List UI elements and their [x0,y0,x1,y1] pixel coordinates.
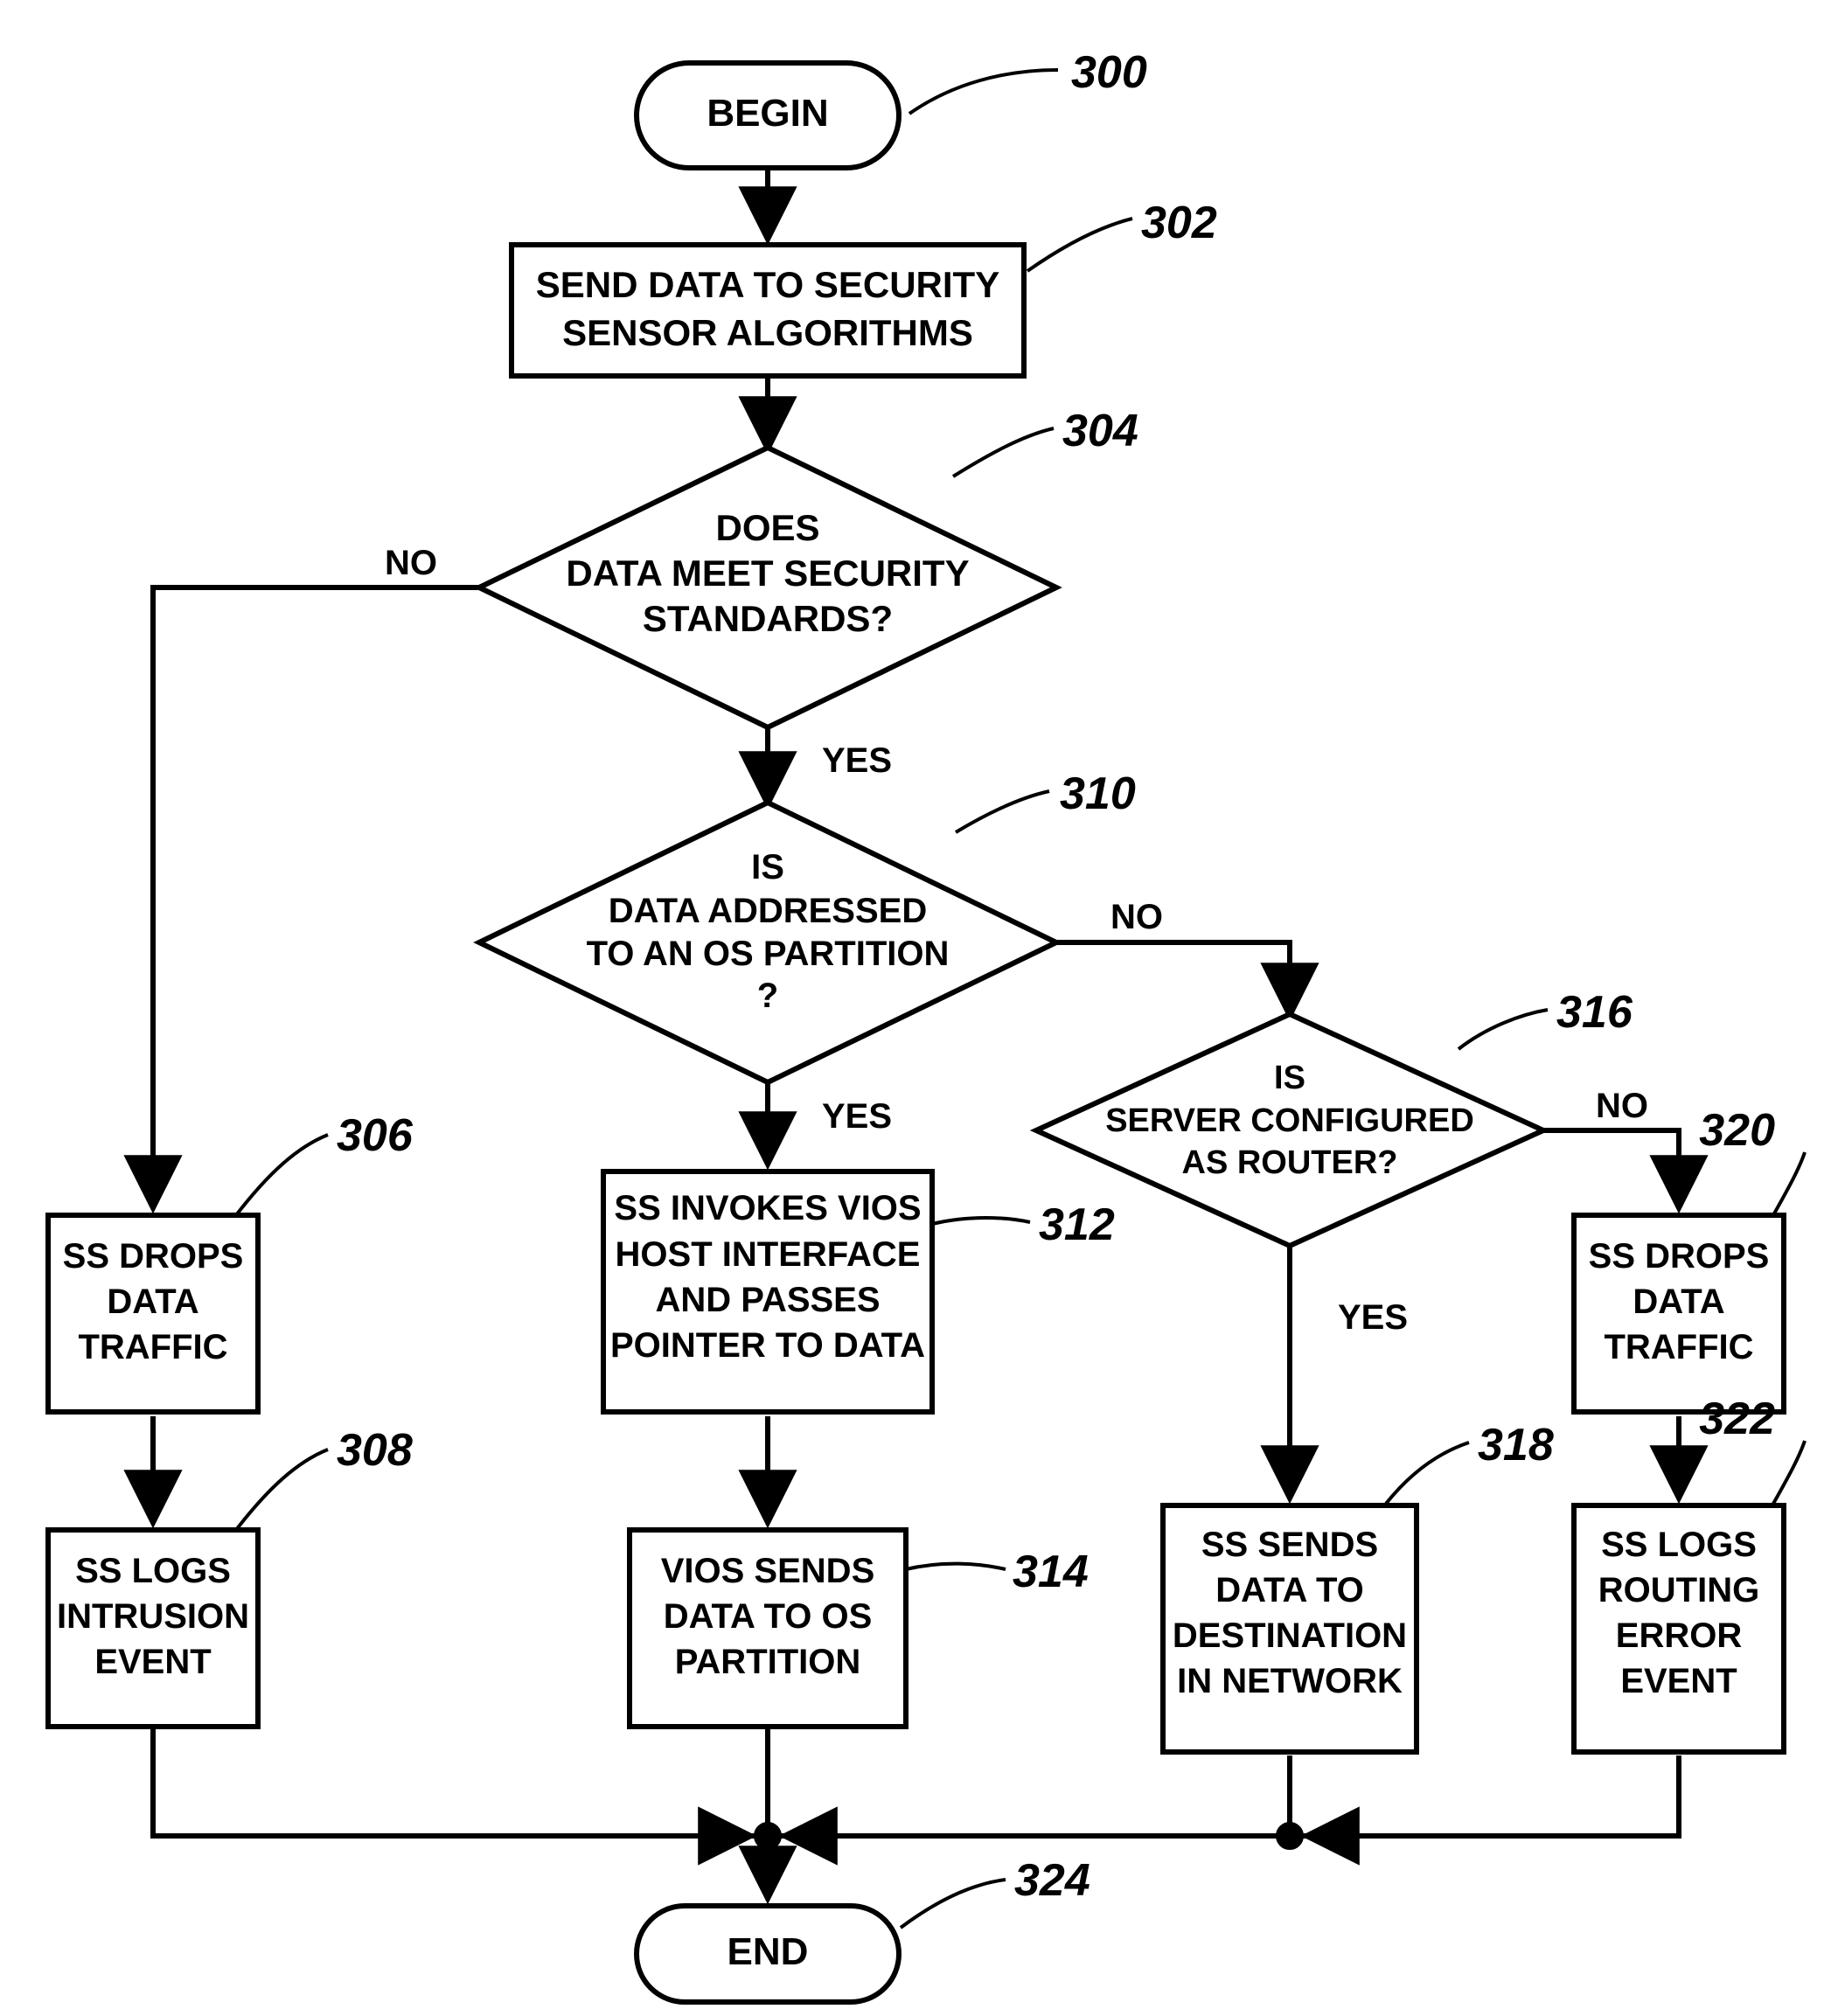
node-begin: BEGIN [637,63,899,168]
svg-text:TRAFFIC: TRAFFIC [1604,1328,1753,1366]
svg-text:AS ROUTER?: AS ROUTER? [1182,1144,1398,1181]
svg-text:DATA: DATA [107,1283,198,1321]
svg-text:VIOS SENDS: VIOS SENDS [661,1552,875,1590]
svg-text:STANDARDS?: STANDARDS? [643,598,893,639]
svg-text:END: END [728,1930,809,1973]
svg-text:DATA TO OS: DATA TO OS [664,1597,873,1636]
svg-text:PARTITION: PARTITION [675,1643,861,1681]
svg-text:SS DROPS: SS DROPS [63,1237,244,1276]
tag-318: 318 [1478,1420,1554,1470]
svg-text:SERVER CONFIGURED: SERVER CONFIGURED [1105,1102,1474,1139]
tag-320: 320 [1699,1105,1775,1156]
edge-310-yes: YES [822,1097,892,1136]
tag-312: 312 [1039,1199,1115,1250]
svg-text:DATA TO: DATA TO [1215,1571,1364,1609]
svg-text:HOST INTERFACE: HOST INTERFACE [616,1235,921,1274]
svg-text:DATA ADDRESSED: DATA ADDRESSED [609,892,927,930]
svg-text:DATA: DATA [1633,1283,1724,1321]
tag-322: 322 [1699,1394,1775,1444]
node-302: SEND DATA TO SECURITY SENSOR ALGORITHMS [512,245,1024,376]
svg-text:ERROR: ERROR [1616,1616,1743,1655]
svg-text:DATA MEET SECURITY: DATA MEET SECURITY [566,553,969,594]
svg-text:SS LOGS: SS LOGS [1601,1526,1757,1564]
flowchart-diagram: BEGIN SEND DATA TO SECURITY SENSOR ALGOR… [0,0,1824,2016]
node-320: SS DROPS DATA TRAFFIC [1574,1215,1784,1412]
node-318: SS SENDS DATA TO DESTINATION IN NETWORK [1163,1505,1417,1752]
connectors [153,168,1679,1897]
edge-310-no: NO [1110,898,1163,936]
svg-text:AND PASSES: AND PASSES [655,1281,880,1319]
svg-text:IS: IS [751,848,784,886]
svg-text:ROUTING: ROUTING [1598,1571,1759,1609]
svg-text:IS: IS [1274,1060,1305,1096]
tag-308: 308 [337,1425,413,1476]
svg-text:SENSOR ALGORITHMS: SENSOR ALGORITHMS [562,312,973,353]
svg-text:?: ? [757,977,778,1015]
tag-300: 300 [1071,47,1147,98]
edge-316-yes: YES [1338,1298,1408,1337]
tag-304: 304 [1062,406,1138,456]
svg-text:POINTER TO DATA: POINTER TO DATA [610,1326,925,1365]
svg-text:SS INVOKES VIOS: SS INVOKES VIOS [614,1189,921,1227]
begin-label: BEGIN [707,92,828,135]
tag-310: 310 [1060,768,1136,819]
svg-text:IN NETWORK: IN NETWORK [1177,1662,1403,1700]
svg-text:EVENT: EVENT [1620,1662,1737,1700]
edge-304-no: NO [385,544,437,582]
svg-text:SS LOGS: SS LOGS [75,1552,231,1590]
node-310: IS DATA ADDRESSED TO AN OS PARTITION ? [479,803,1056,1082]
svg-text:DOES: DOES [715,507,819,548]
edge-304-yes: YES [822,741,892,780]
svg-text:EVENT: EVENT [94,1643,211,1681]
tag-302: 302 [1141,198,1217,248]
edge-316-no: NO [1596,1087,1648,1125]
svg-text:SS DROPS: SS DROPS [1589,1237,1770,1276]
svg-text:DESTINATION: DESTINATION [1173,1616,1407,1655]
node-308: SS LOGS INTRUSION EVENT [48,1530,258,1727]
svg-text:TRAFFIC: TRAFFIC [78,1328,227,1366]
tag-316: 316 [1556,987,1633,1038]
node-end: END [637,1906,899,2002]
tag-314: 314 [1013,1547,1089,1597]
node-306: SS DROPS DATA TRAFFIC [48,1215,258,1412]
node-312: SS INVOKES VIOS HOST INTERFACE AND PASSE… [603,1171,932,1412]
tag-324: 324 [1014,1855,1090,1906]
svg-text:TO AN OS PARTITION: TO AN OS PARTITION [587,935,950,973]
svg-text:SEND DATA TO SECURITY: SEND DATA TO SECURITY [536,264,999,305]
node-322: SS LOGS ROUTING ERROR EVENT [1574,1505,1784,1752]
tag-306: 306 [337,1110,414,1161]
svg-text:SS SENDS: SS SENDS [1201,1526,1378,1564]
node-304: DOES DATA MEET SECURITY STANDARDS? [479,448,1056,727]
svg-text:INTRUSION: INTRUSION [57,1597,249,1636]
node-314: VIOS SENDS DATA TO OS PARTITION [630,1530,906,1727]
